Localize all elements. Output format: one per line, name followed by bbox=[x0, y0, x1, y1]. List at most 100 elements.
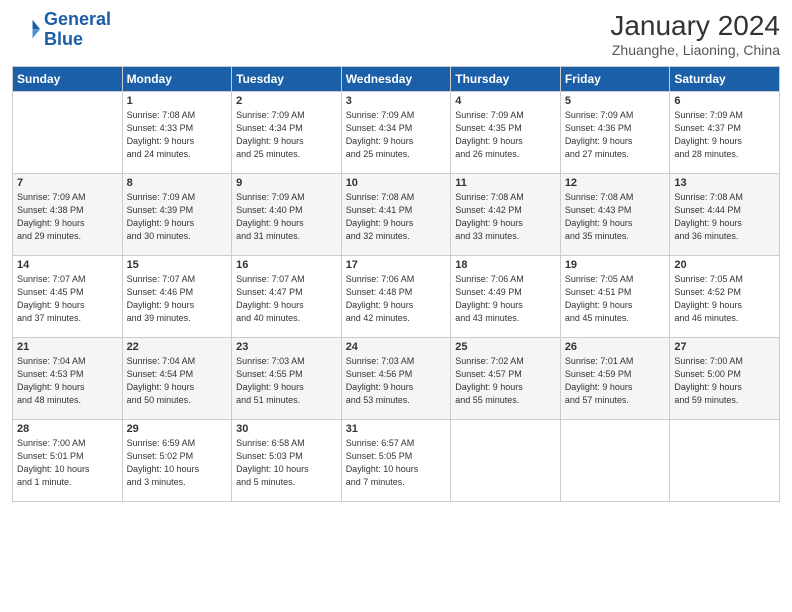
calendar-day-cell: 27 Sunrise: 7:00 AMSunset: 5:00 PMDayligh… bbox=[670, 338, 780, 420]
calendar-day-cell: 17 Sunrise: 7:06 AMSunset: 4:48 PMDayligh… bbox=[341, 256, 451, 338]
calendar-week-row: 7 Sunrise: 7:09 AMSunset: 4:38 PMDaylight… bbox=[13, 174, 780, 256]
day-number: 28 bbox=[17, 423, 118, 435]
day-number: 17 bbox=[346, 259, 447, 271]
calendar-day-cell: 15Sunrise: 7:07 AMSunset: 4:46 PMDayligh… bbox=[122, 256, 232, 338]
calendar-header-cell: Sunday bbox=[13, 67, 123, 92]
day-info: Sunrise: 7:09 AMSunset: 4:40 PMDaylight:… bbox=[236, 191, 337, 243]
day-number: 8 bbox=[127, 177, 228, 189]
day-number: 14 bbox=[17, 259, 118, 271]
month-title: January 2024 bbox=[610, 10, 780, 42]
calendar-day-cell: 18 Sunrise: 7:06 AMSunset: 4:49 PMDayligh… bbox=[451, 256, 561, 338]
calendar-header-cell: Tuesday bbox=[232, 67, 342, 92]
day-number: 18 bbox=[455, 259, 556, 271]
logo-icon bbox=[12, 16, 40, 44]
calendar-header-cell: Saturday bbox=[670, 67, 780, 92]
day-info: Sunrise: 7:09 AMSunset: 4:35 PMDaylight:… bbox=[455, 109, 556, 161]
calendar-day-cell: 1 Sunrise: 7:08 AMSunset: 4:33 PMDaylight… bbox=[122, 92, 232, 174]
day-number: 27 bbox=[674, 341, 775, 353]
day-info: Sunrise: 7:09 AMSunset: 4:34 PMDaylight:… bbox=[236, 109, 337, 161]
calendar-day-cell: 7 Sunrise: 7:09 AMSunset: 4:38 PMDaylight… bbox=[13, 174, 123, 256]
calendar-day-cell: 23Sunrise: 7:03 AMSunset: 4:55 PMDayligh… bbox=[232, 338, 342, 420]
logo-text: General Blue bbox=[44, 10, 111, 50]
calendar-day-cell: 13 Sunrise: 7:08 AMSunset: 4:44 PMDayligh… bbox=[670, 174, 780, 256]
day-info: Sunrise: 7:00 AMSunset: 5:00 PMDaylight:… bbox=[674, 355, 775, 407]
day-number: 23 bbox=[236, 341, 337, 353]
day-info: Sunrise: 7:09 AMSunset: 4:39 PMDaylight:… bbox=[127, 191, 228, 243]
day-info: Sunrise: 7:08 AMSunset: 4:33 PMDaylight:… bbox=[127, 109, 228, 161]
calendar-day-cell: 20 Sunrise: 7:05 AMSunset: 4:52 PMDayligh… bbox=[670, 256, 780, 338]
day-info: Sunrise: 7:06 AMSunset: 4:49 PMDaylight:… bbox=[455, 273, 556, 325]
day-info: Sunrise: 6:58 AMSunset: 5:03 PMDaylight:… bbox=[236, 437, 337, 489]
calendar-day-cell bbox=[670, 420, 780, 502]
calendar-header-row: SundayMondayTuesdayWednesdayThursdayFrid… bbox=[13, 67, 780, 92]
calendar-day-cell: 24 Sunrise: 7:03 AMSunset: 4:56 PMDayligh… bbox=[341, 338, 451, 420]
day-info: Sunrise: 7:05 AMSunset: 4:52 PMDaylight:… bbox=[674, 273, 775, 325]
calendar-header-cell: Thursday bbox=[451, 67, 561, 92]
day-number: 12 bbox=[565, 177, 666, 189]
calendar-week-row: 28Sunrise: 7:00 AMSunset: 5:01 PMDayligh… bbox=[13, 420, 780, 502]
logo: General Blue bbox=[12, 10, 111, 50]
subtitle: Zhuanghe, Liaoning, China bbox=[610, 42, 780, 58]
day-info: Sunrise: 7:08 AMSunset: 4:44 PMDaylight:… bbox=[674, 191, 775, 243]
main-container: General Blue January 2024 Zhuanghe, Liao… bbox=[0, 0, 792, 512]
calendar-day-cell: 29Sunrise: 6:59 AMSunset: 5:02 PMDayligh… bbox=[122, 420, 232, 502]
day-number: 19 bbox=[565, 259, 666, 271]
day-info: Sunrise: 7:07 AMSunset: 4:47 PMDaylight:… bbox=[236, 273, 337, 325]
day-number: 21 bbox=[17, 341, 118, 353]
day-info: Sunrise: 7:09 AMSunset: 4:38 PMDaylight:… bbox=[17, 191, 118, 243]
day-number: 13 bbox=[674, 177, 775, 189]
day-info: Sunrise: 7:07 AMSunset: 4:45 PMDaylight:… bbox=[17, 273, 118, 325]
day-number: 1 bbox=[127, 95, 228, 107]
day-number: 6 bbox=[674, 95, 775, 107]
calendar-day-cell: 5 Sunrise: 7:09 AMSunset: 4:36 PMDaylight… bbox=[560, 92, 670, 174]
day-number: 31 bbox=[346, 423, 447, 435]
calendar-day-cell: 22Sunrise: 7:04 AMSunset: 4:54 PMDayligh… bbox=[122, 338, 232, 420]
calendar-day-cell: 21 Sunrise: 7:04 AMSunset: 4:53 PMDayligh… bbox=[13, 338, 123, 420]
day-number: 9 bbox=[236, 177, 337, 189]
day-info: Sunrise: 7:03 AMSunset: 4:56 PMDaylight:… bbox=[346, 355, 447, 407]
calendar-day-cell: 8 Sunrise: 7:09 AMSunset: 4:39 PMDaylight… bbox=[122, 174, 232, 256]
calendar-day-cell: 2 Sunrise: 7:09 AMSunset: 4:34 PMDaylight… bbox=[232, 92, 342, 174]
day-number: 24 bbox=[346, 341, 447, 353]
day-info: Sunrise: 7:04 AMSunset: 4:53 PMDaylight:… bbox=[17, 355, 118, 407]
day-number: 26 bbox=[565, 341, 666, 353]
day-number: 7 bbox=[17, 177, 118, 189]
calendar-day-cell: 11 Sunrise: 7:08 AMSunset: 4:42 PMDayligh… bbox=[451, 174, 561, 256]
calendar-day-cell: 25Sunrise: 7:02 AMSunset: 4:57 PMDayligh… bbox=[451, 338, 561, 420]
calendar-body: 1 Sunrise: 7:08 AMSunset: 4:33 PMDaylight… bbox=[13, 92, 780, 502]
calendar-day-cell: 16 Sunrise: 7:07 AMSunset: 4:47 PMDayligh… bbox=[232, 256, 342, 338]
calendar-day-cell: 10Sunrise: 7:08 AMSunset: 4:41 PMDayligh… bbox=[341, 174, 451, 256]
calendar-header-cell: Wednesday bbox=[341, 67, 451, 92]
calendar-day-cell: 31 Sunrise: 6:57 AMSunset: 5:05 PMDayligh… bbox=[341, 420, 451, 502]
calendar-day-cell: 19Sunrise: 7:05 AMSunset: 4:51 PMDayligh… bbox=[560, 256, 670, 338]
day-info: Sunrise: 7:08 AMSunset: 4:42 PMDaylight:… bbox=[455, 191, 556, 243]
day-info: Sunrise: 6:57 AMSunset: 5:05 PMDaylight:… bbox=[346, 437, 447, 489]
calendar-day-cell: 14 Sunrise: 7:07 AMSunset: 4:45 PMDayligh… bbox=[13, 256, 123, 338]
calendar-day-cell: 3Sunrise: 7:09 AMSunset: 4:34 PMDaylight… bbox=[341, 92, 451, 174]
calendar-day-cell: 9 Sunrise: 7:09 AMSunset: 4:40 PMDaylight… bbox=[232, 174, 342, 256]
calendar-day-cell: 28Sunrise: 7:00 AMSunset: 5:01 PMDayligh… bbox=[13, 420, 123, 502]
day-info: Sunrise: 7:09 AMSunset: 4:36 PMDaylight:… bbox=[565, 109, 666, 161]
calendar-week-row: 1 Sunrise: 7:08 AMSunset: 4:33 PMDaylight… bbox=[13, 92, 780, 174]
title-block: January 2024 Zhuanghe, Liaoning, China bbox=[610, 10, 780, 58]
day-number: 20 bbox=[674, 259, 775, 271]
day-info: Sunrise: 7:08 AMSunset: 4:43 PMDaylight:… bbox=[565, 191, 666, 243]
day-number: 25 bbox=[455, 341, 556, 353]
day-info: Sunrise: 6:59 AMSunset: 5:02 PMDaylight:… bbox=[127, 437, 228, 489]
day-number: 2 bbox=[236, 95, 337, 107]
day-number: 11 bbox=[455, 177, 556, 189]
day-number: 5 bbox=[565, 95, 666, 107]
calendar-day-cell bbox=[451, 420, 561, 502]
day-number: 10 bbox=[346, 177, 447, 189]
header: General Blue January 2024 Zhuanghe, Liao… bbox=[12, 10, 780, 58]
day-info: Sunrise: 7:06 AMSunset: 4:48 PMDaylight:… bbox=[346, 273, 447, 325]
calendar-day-cell: 12 Sunrise: 7:08 AMSunset: 4:43 PMDayligh… bbox=[560, 174, 670, 256]
day-number: 22 bbox=[127, 341, 228, 353]
calendar-day-cell: 6Sunrise: 7:09 AMSunset: 4:37 PMDaylight… bbox=[670, 92, 780, 174]
day-number: 16 bbox=[236, 259, 337, 271]
calendar-header-cell: Monday bbox=[122, 67, 232, 92]
day-number: 15 bbox=[127, 259, 228, 271]
logo-line2: Blue bbox=[44, 29, 83, 49]
day-number: 30 bbox=[236, 423, 337, 435]
calendar-day-cell bbox=[560, 420, 670, 502]
